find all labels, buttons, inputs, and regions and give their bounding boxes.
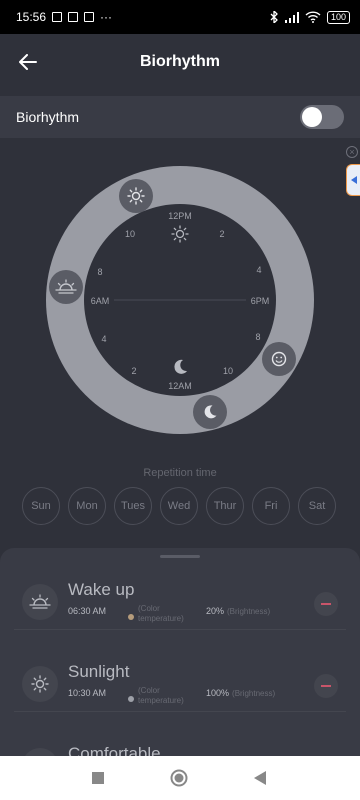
day-mon[interactable]: Mon — [68, 487, 106, 525]
dial-label-8: 8 — [97, 267, 103, 277]
square-icon — [92, 772, 104, 784]
dial-label-4: 4 — [256, 265, 262, 275]
sunrise-icon — [22, 584, 58, 620]
dial-label-6am: 6AM — [90, 296, 110, 306]
color-temperature-label: (Color temperature) — [138, 604, 184, 623]
app-header: Biorhythm — [0, 34, 360, 90]
sunlight-marker[interactable] — [119, 179, 153, 213]
moon-icon — [174, 359, 187, 374]
notification-icon — [68, 12, 79, 22]
caret-left-icon — [350, 176, 357, 184]
dial-label-2: 2 — [219, 229, 225, 239]
repetition-days: Sun Mon Tues Wed Thur Fri Sat — [22, 487, 340, 525]
signal-icon — [284, 11, 299, 23]
day-wed[interactable]: Wed — [160, 487, 198, 525]
page-title: Biorhythm — [140, 53, 220, 70]
dial-label-10-bottom: 10 — [222, 366, 234, 376]
mode-name: Sunlight — [68, 662, 130, 681]
mode-name: Wake up — [68, 580, 135, 599]
minus-icon — [321, 685, 331, 687]
toggle-knob — [302, 107, 322, 127]
arrow-left-icon — [19, 54, 37, 70]
dial-label-12pm: 12PM — [168, 211, 192, 221]
dial-ring — [46, 166, 314, 434]
sun-icon — [127, 187, 145, 205]
brightness-label: (Brightness) — [232, 689, 276, 698]
brightness-value: 100% (Brightness) — [206, 688, 276, 698]
back-button[interactable] — [8, 42, 48, 82]
mode-time: 06:30 AM — [68, 606, 107, 616]
mode-row-sunlight[interactable]: Sunlight 10:30 AM (Color temperature) 10… — [14, 630, 346, 712]
sleep-marker[interactable] — [193, 395, 227, 429]
day-tues[interactable]: Tues — [114, 487, 152, 525]
repetition-time-title: Repetition time — [143, 467, 217, 479]
notification-icon — [84, 12, 95, 22]
dial-label-2-bottom: 2 — [131, 366, 137, 376]
remove-mode-button[interactable] — [314, 592, 338, 616]
biorhythm-toggle-row: Biorhythm — [0, 96, 360, 138]
sun-icon — [171, 225, 189, 243]
status-bar: 15:56 ··· 100 — [0, 0, 360, 34]
home-button[interactable] — [169, 768, 189, 788]
dial-label-4-low: 4 — [101, 334, 107, 344]
side-tab-close-icon[interactable]: × — [346, 146, 358, 158]
dial-label-8-low: 8 — [255, 332, 261, 342]
notification-icon — [52, 12, 63, 22]
system-nav-bar — [0, 756, 360, 800]
biorhythm-toggle[interactable] — [300, 105, 344, 129]
remove-mode-button[interactable] — [314, 674, 338, 698]
color-temperature-label: (Color temperature) — [138, 686, 184, 705]
battery-indicator: 100 — [326, 10, 350, 24]
mode-row-wake-up[interactable]: Wake up 06:30 AM (Color temperature) 20%… — [14, 548, 346, 630]
dial-label-6pm: 6PM — [250, 296, 270, 306]
triangle-back-icon — [254, 771, 266, 785]
sun-icon — [22, 666, 58, 702]
day-thur[interactable]: Thur — [206, 487, 244, 525]
color-temperature-dot — [128, 696, 134, 702]
brightness-label: (Brightness) — [227, 607, 271, 616]
moon-icon — [204, 405, 217, 419]
dial-label-12am: 12AM — [168, 381, 192, 391]
smiley-icon — [271, 351, 287, 367]
wake-up-marker[interactable] — [49, 270, 83, 304]
mode-time: 10:30 AM — [68, 688, 107, 698]
back-nav-button[interactable] — [250, 768, 270, 788]
dial-label-10: 10 — [124, 229, 136, 239]
circle-icon — [170, 769, 188, 787]
status-extra: ··· — [100, 10, 113, 24]
wifi-icon — [305, 11, 321, 23]
comfortable-marker[interactable] — [262, 342, 296, 376]
sunrise-icon — [55, 279, 77, 294]
status-time: 15:56 — [16, 10, 47, 24]
day-sun[interactable]: Sun — [22, 487, 60, 525]
recents-button[interactable] — [88, 768, 108, 788]
color-temperature-dot — [128, 614, 134, 620]
minus-icon — [321, 603, 331, 605]
side-drawer-tab[interactable] — [346, 164, 360, 196]
bluetooth-icon — [270, 11, 278, 23]
brightness-value: 20% (Brightness) — [206, 606, 271, 616]
biorhythm-label: Biorhythm — [16, 109, 80, 125]
biorhythm-dial: 12PM 10 2 8 4 6AM 6PM 4 8 2 10 12AM — [46, 166, 314, 434]
day-fri[interactable]: Fri — [252, 487, 290, 525]
day-sat[interactable]: Sat — [298, 487, 336, 525]
